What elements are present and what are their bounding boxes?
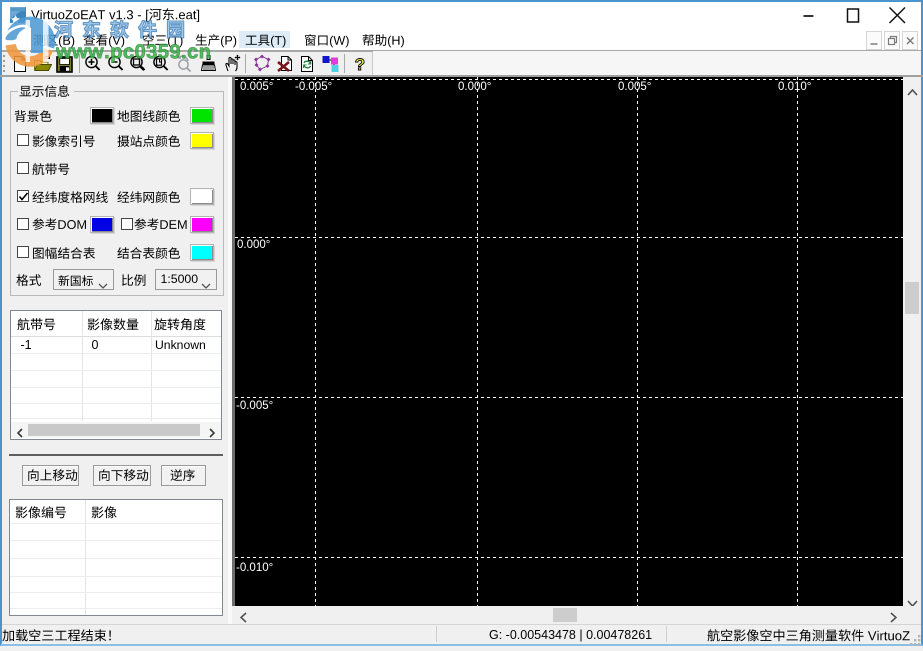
svg-text:?: ?	[355, 55, 365, 74]
